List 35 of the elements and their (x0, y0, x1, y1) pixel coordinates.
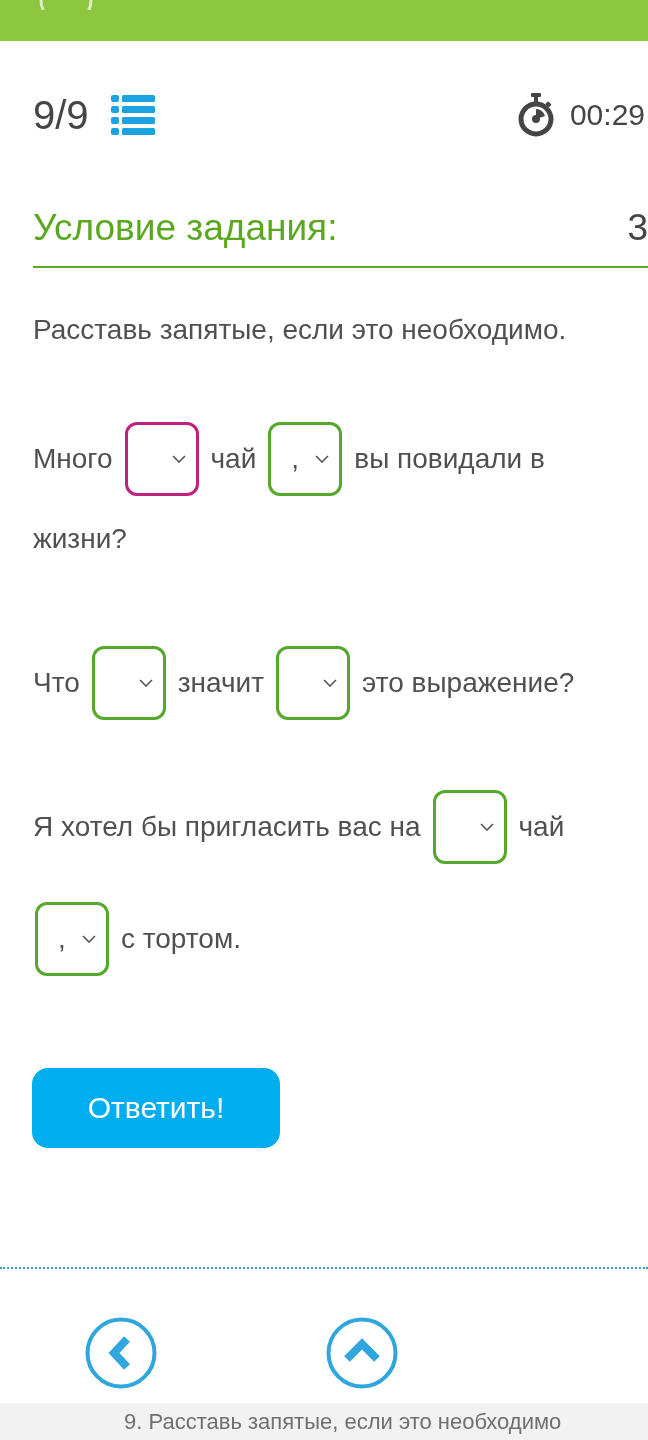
sentence-text: Что (33, 666, 80, 700)
chevron-down-icon (171, 455, 186, 463)
chevron-down-icon (323, 679, 338, 687)
scroll-up-button[interactable] (326, 1317, 398, 1389)
sentence-text: Много (33, 442, 113, 476)
sentence-text: чай (518, 810, 565, 844)
list-icon[interactable] (110, 95, 155, 135)
sentence-text: с тортом. (121, 922, 241, 956)
comma-select[interactable] (91, 646, 166, 720)
footer-caption: 9. Расставь запятые, если это необходимо (124, 1408, 562, 1435)
ring-icon[interactable] (38, 0, 94, 10)
timer: 00:29 (569, 97, 645, 133)
comma-select[interactable] (276, 646, 351, 720)
sentence-text: жизни? (33, 522, 127, 556)
back-button[interactable] (85, 1317, 157, 1389)
chevron-down-icon (138, 679, 153, 687)
comma-select[interactable]: , (35, 902, 109, 976)
task-heading: Условие задания: (33, 206, 338, 250)
sentence-text: это выражение? (362, 666, 575, 700)
circle-chevron-up-icon (326, 1317, 398, 1389)
sentence-text: Я хотел бы пригласить вас на (33, 810, 421, 844)
chevron-down-icon (82, 935, 96, 943)
chevron-down-icon (315, 455, 330, 463)
comma-select[interactable] (124, 422, 199, 496)
sentence-text: значит (177, 666, 265, 700)
instruction-text: Расставь запятые, если это необходимо. (33, 313, 568, 347)
chevron-down-icon (479, 823, 494, 831)
question-counter: 9/9 (33, 92, 89, 138)
comma-select[interactable]: , (268, 422, 343, 496)
comma-select[interactable] (432, 790, 507, 864)
sentence-text: чай (210, 442, 257, 476)
sentence-text: вы повидали в (354, 442, 545, 476)
heading-number: 3 (627, 206, 648, 250)
stopwatch-icon (517, 93, 554, 137)
circle-chevron-left-icon (85, 1317, 157, 1389)
